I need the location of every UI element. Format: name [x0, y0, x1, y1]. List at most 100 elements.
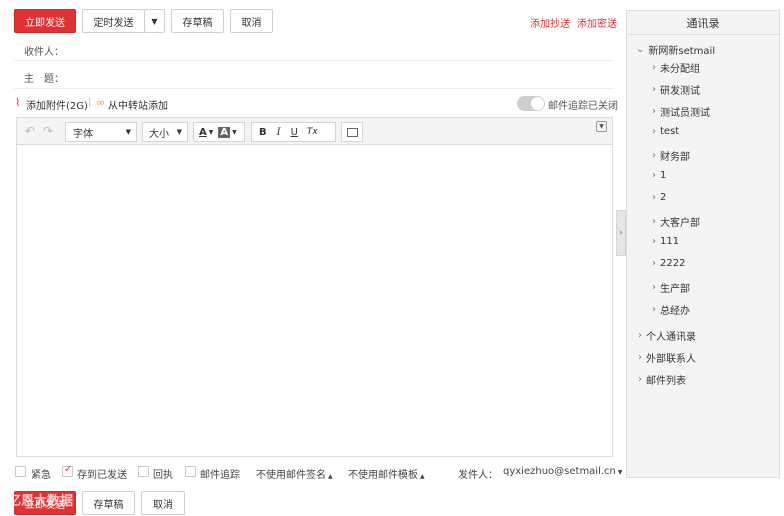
insert-image-button[interactable] — [341, 122, 363, 142]
tree-group-item[interactable]: › 1 — [652, 170, 666, 181]
tree-group-item[interactable]: › test — [652, 126, 679, 137]
caret-down-icon: ▼ — [151, 16, 158, 26]
save-draft-button[interactable]: 存草稿 — [171, 9, 224, 33]
signature-label: 不使用邮件签名 — [256, 470, 326, 481]
tree-group-label: 1 — [660, 170, 667, 181]
save-draft-button-bottom[interactable]: 存草稿 — [82, 491, 135, 515]
tree-group-label: test — [660, 126, 680, 137]
schedule-send-button[interactable]: 定时发送 — [82, 9, 145, 33]
recipient-input[interactable] — [70, 38, 610, 58]
chevron-right-icon: › — [619, 228, 623, 238]
font-color-button[interactable]: A — [199, 127, 207, 138]
tree-root-label: 新网新setmail — [648, 46, 716, 57]
undo-icon[interactable]: ↶ — [25, 124, 35, 138]
urgent-checkbox[interactable] — [15, 466, 26, 477]
tree-section-label: 外部联系人 — [646, 354, 696, 365]
font-size-select[interactable]: 大小 ▼ — [142, 122, 188, 142]
template-select[interactable]: 不使用邮件模板 ▲ — [348, 466, 425, 481]
subject-divider — [14, 88, 614, 89]
tree-group-item[interactable]: › 111 — [652, 236, 679, 247]
tree-group-label: 财务部 — [660, 152, 690, 163]
collapse-toolbar-icon[interactable]: ▼ — [596, 121, 607, 132]
paperclip-icon: ⌇ — [15, 96, 21, 109]
font-size-label: 大小 — [149, 128, 169, 140]
font-color-group: A ▼ A ▼ — [193, 122, 245, 142]
chevron-right-icon: › — [652, 192, 656, 203]
receipt-checkbox[interactable] — [138, 466, 149, 477]
tree-group-label: 生产部 — [660, 284, 690, 295]
chevron-right-icon: › — [638, 330, 642, 341]
sidebar-collapse-handle[interactable]: › — [616, 210, 626, 256]
caret-down-icon: ▼ — [617, 469, 623, 476]
chevron-right-icon: › — [652, 170, 656, 181]
italic-button[interactable]: I — [277, 127, 281, 138]
chevron-right-icon: › — [652, 258, 656, 269]
tree-group-item[interactable]: › 2 — [652, 192, 666, 203]
chevron-right-icon: › — [652, 84, 656, 95]
add-bcc-link[interactable]: 添加密送 — [577, 15, 617, 30]
send-now-button[interactable]: 立即发送 — [14, 9, 76, 33]
contacts-sidebar: 通讯录 — [626, 10, 780, 478]
underline-button[interactable]: U — [291, 127, 298, 138]
bg-color-button[interactable]: A — [218, 126, 231, 138]
font-family-select[interactable]: 字体 ▼ — [65, 122, 137, 142]
tree-section-external[interactable]: › 外部联系人 — [638, 350, 696, 365]
sender-value: qyxiezhuo@setmail.cn — [503, 466, 616, 477]
caret-up-icon: ▲ — [420, 473, 425, 480]
urgent-label: 紧急 — [31, 470, 51, 481]
tree-group-item[interactable]: › 生产部 — [652, 280, 690, 295]
tree-section-mail-list[interactable]: › 邮件列表 — [638, 372, 686, 387]
tracking-status-text: 邮件追踪已关闭 — [548, 101, 618, 112]
bold-button[interactable]: B — [259, 127, 267, 138]
sender-select[interactable]: qyxiezhuo@setmail.cn ▼ — [503, 466, 623, 477]
receipt-label: 回执 — [153, 470, 173, 481]
tree-group-label: 2 — [660, 192, 667, 203]
font-family-label: 字体 — [73, 128, 93, 140]
subject-input[interactable] — [70, 65, 610, 85]
chevron-right-icon: › — [652, 304, 656, 315]
tree-group-item[interactable]: › 研发测试 — [652, 82, 700, 97]
tree-group-label: 2222 — [660, 258, 686, 269]
clear-format-button[interactable]: Tx — [307, 127, 318, 137]
format-group: B I U Tx — [251, 122, 336, 142]
add-attachment-link[interactable]: 添加附件(2G) — [26, 97, 88, 112]
tree-root[interactable]: ⌄ 新网新setmail — [636, 42, 715, 57]
tree-section-personal[interactable]: › 个人通讯录 — [638, 328, 696, 343]
cancel-button[interactable]: 取消 — [230, 9, 273, 33]
cancel-button-bottom[interactable]: 取消 — [141, 491, 185, 515]
separator: | — [88, 97, 92, 108]
tree-group-label: 研发测试 — [660, 86, 700, 97]
tree-group-item[interactable]: › 大客户部 — [652, 214, 700, 229]
mail-tracking-checkbox[interactable] — [185, 466, 196, 477]
chevron-right-icon: › — [652, 150, 656, 161]
tree-group-label: 未分配组 — [660, 64, 700, 75]
checkmark-icon: ✓ — [64, 464, 73, 475]
tree-group-item[interactable]: › 财务部 — [652, 148, 690, 163]
chevron-right-icon: › — [652, 216, 656, 227]
subject-label: 主 题： — [24, 74, 64, 85]
chevron-down-icon: ⌄ — [636, 44, 645, 55]
schedule-dropdown-button[interactable]: ▼ — [144, 9, 165, 33]
signature-select[interactable]: 不使用邮件签名 ▲ — [256, 466, 333, 481]
tracking-toggle[interactable] — [517, 96, 545, 111]
redo-icon[interactable]: ↷ — [43, 124, 53, 138]
add-cc-link[interactable]: 添加抄送 — [530, 15, 570, 30]
save-to-sent-checkbox[interactable]: ✓ — [62, 464, 73, 477]
tree-group-label: 大客户部 — [660, 218, 700, 229]
editor-body[interactable] — [16, 145, 613, 457]
recipient-label: 收件人： — [24, 47, 64, 58]
send-now-button-bottom[interactable]: 立即发送 — [14, 491, 76, 515]
tree-group-item[interactable]: › 未分配组 — [652, 60, 700, 75]
image-icon — [346, 127, 358, 137]
tree-group-item[interactable]: › 2222 — [652, 258, 685, 269]
tree-group-item[interactable]: › 测试员测试 — [652, 104, 710, 119]
tree-section-label: 个人通讯录 — [646, 332, 696, 343]
chevron-right-icon: › — [638, 352, 642, 363]
chevron-right-icon: › — [652, 62, 656, 73]
add-from-transfer-link[interactable]: 从中转站添加 — [108, 97, 168, 112]
tree-group-item[interactable]: › 总经办 — [652, 302, 690, 317]
chevron-right-icon: › — [652, 282, 656, 293]
caret-up-icon: ▲ — [328, 473, 333, 480]
template-label: 不使用邮件模板 — [348, 470, 418, 481]
tree-group-label: 总经办 — [660, 306, 690, 317]
